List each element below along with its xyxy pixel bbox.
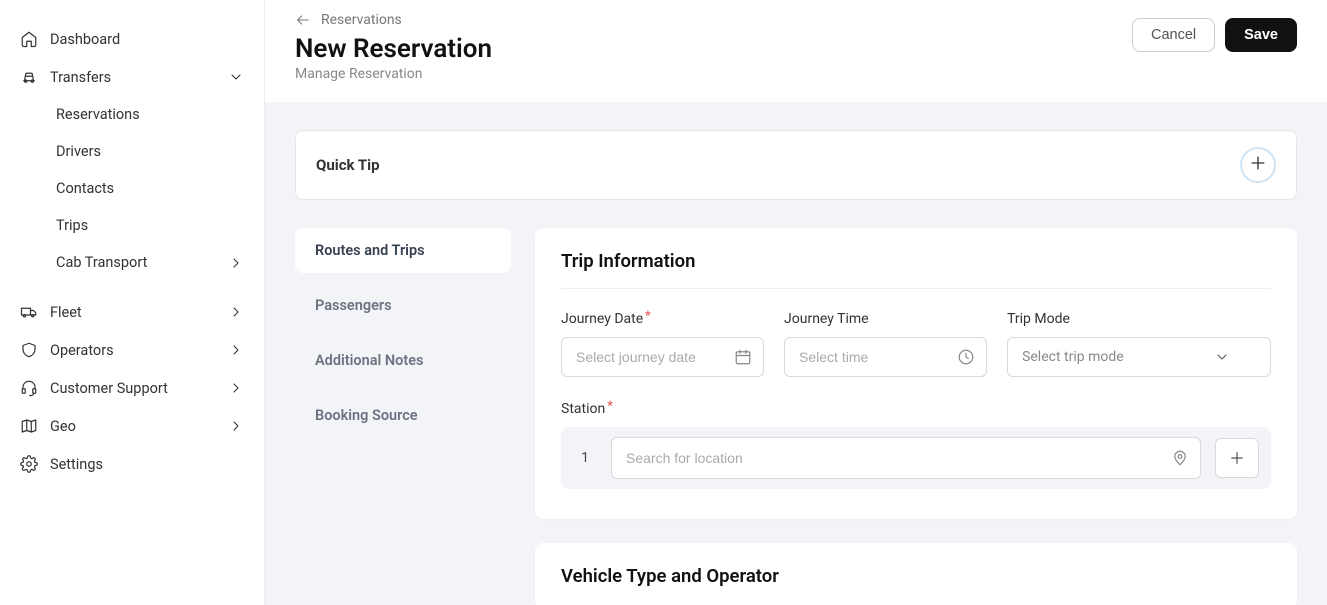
panel-title: Vehicle Type and Operator — [561, 565, 1271, 587]
tab-routes-and-trips[interactable]: Routes and Trips — [295, 228, 511, 273]
chevron-down-icon — [1214, 349, 1230, 365]
clock-icon — [957, 348, 975, 366]
sidebar-item-label: Cab Transport — [56, 254, 147, 271]
truck-icon — [20, 303, 38, 321]
plus-icon — [1248, 153, 1268, 177]
sidebar-item-label: Contacts — [56, 180, 114, 197]
form-side-tabs: Routes and Trips Passengers Additional N… — [295, 228, 511, 438]
page-header: Reservations New Reservation Manage Rese… — [265, 0, 1327, 102]
station-number: 1 — [573, 450, 597, 466]
tab-additional-notes[interactable]: Additional Notes — [295, 338, 511, 383]
sidebar: Dashboard Transfers Reservations Drivers… — [0, 0, 265, 605]
trip-information-panel: Trip Information Journey Date* Journey — [535, 228, 1297, 519]
quick-tip-panel: Quick Tip — [295, 130, 1297, 200]
trip-mode-label: Trip Mode — [1007, 311, 1271, 327]
sidebar-item-contacts[interactable]: Contacts — [0, 170, 264, 207]
tab-booking-source[interactable]: Booking Source — [295, 393, 511, 438]
station-label: Station* — [561, 401, 1271, 417]
home-icon — [20, 30, 38, 48]
gear-icon — [20, 455, 38, 473]
shield-icon — [20, 341, 38, 359]
chevron-down-icon — [228, 69, 244, 85]
page-subtitle: Manage Reservation — [295, 66, 1132, 82]
main: Reservations New Reservation Manage Rese… — [265, 0, 1327, 605]
page-title: New Reservation — [295, 34, 1132, 64]
sidebar-item-label: Reservations — [56, 106, 140, 123]
pin-icon — [1171, 449, 1189, 467]
car-icon — [20, 68, 38, 86]
plus-icon — [1228, 449, 1246, 467]
sidebar-item-reservations[interactable]: Reservations — [0, 96, 264, 133]
chevron-right-icon — [228, 418, 244, 434]
chevron-right-icon — [228, 304, 244, 320]
content-area: Quick Tip Routes and Trips Passengers Ad… — [265, 102, 1327, 605]
station-location-input[interactable] — [611, 437, 1201, 479]
sidebar-item-dashboard[interactable]: Dashboard — [0, 20, 264, 58]
sidebar-item-transfers[interactable]: Transfers — [0, 58, 264, 96]
sidebar-item-label: Settings — [50, 456, 103, 473]
cancel-button[interactable]: Cancel — [1132, 18, 1215, 52]
sidebar-item-operators[interactable]: Operators — [0, 331, 264, 369]
sidebar-item-label: Geo — [50, 418, 76, 435]
journey-time-label: Journey Time — [784, 311, 987, 327]
sidebar-item-fleet[interactable]: Fleet — [0, 293, 264, 331]
sidebar-item-settings[interactable]: Settings — [0, 445, 264, 483]
sidebar-item-label: Operators — [50, 342, 114, 359]
quick-tip-expand-button[interactable] — [1240, 147, 1276, 183]
arrow-left-icon — [295, 12, 311, 28]
sidebar-item-label: Drivers — [56, 143, 101, 160]
breadcrumb-label: Reservations — [321, 12, 402, 28]
sidebar-item-label: Dashboard — [50, 31, 120, 48]
headset-icon — [20, 379, 38, 397]
trip-mode-select[interactable]: Select trip mode — [1007, 337, 1271, 377]
save-button[interactable]: Save — [1225, 18, 1297, 52]
journey-date-label: Journey Date* — [561, 311, 764, 327]
tab-passengers[interactable]: Passengers — [295, 283, 511, 328]
sidebar-item-trips[interactable]: Trips — [0, 207, 264, 244]
sidebar-item-customer-support[interactable]: Customer Support — [0, 369, 264, 407]
transfers-subnav: Reservations Drivers Contacts Trips Cab … — [0, 96, 264, 281]
map-icon — [20, 417, 38, 435]
chevron-right-icon — [228, 342, 244, 358]
calendar-icon — [734, 348, 752, 366]
quick-tip-title: Quick Tip — [316, 156, 380, 174]
add-station-button[interactable] — [1215, 438, 1259, 478]
sidebar-item-cab-transport[interactable]: Cab Transport — [0, 244, 264, 281]
sidebar-item-label: Customer Support — [50, 380, 168, 397]
sidebar-item-label: Trips — [56, 217, 88, 234]
vehicle-type-panel: Vehicle Type and Operator — [535, 543, 1297, 605]
chevron-right-icon — [228, 255, 244, 271]
breadcrumb[interactable]: Reservations — [295, 12, 1132, 28]
sidebar-item-label: Transfers — [50, 69, 111, 86]
trip-mode-placeholder: Select trip mode — [1022, 349, 1124, 365]
sidebar-item-drivers[interactable]: Drivers — [0, 133, 264, 170]
sidebar-item-label: Fleet — [50, 304, 82, 321]
sidebar-item-geo[interactable]: Geo — [0, 407, 264, 445]
panel-title: Trip Information — [561, 250, 1271, 289]
chevron-right-icon — [228, 380, 244, 396]
station-row: 1 — [561, 427, 1271, 489]
